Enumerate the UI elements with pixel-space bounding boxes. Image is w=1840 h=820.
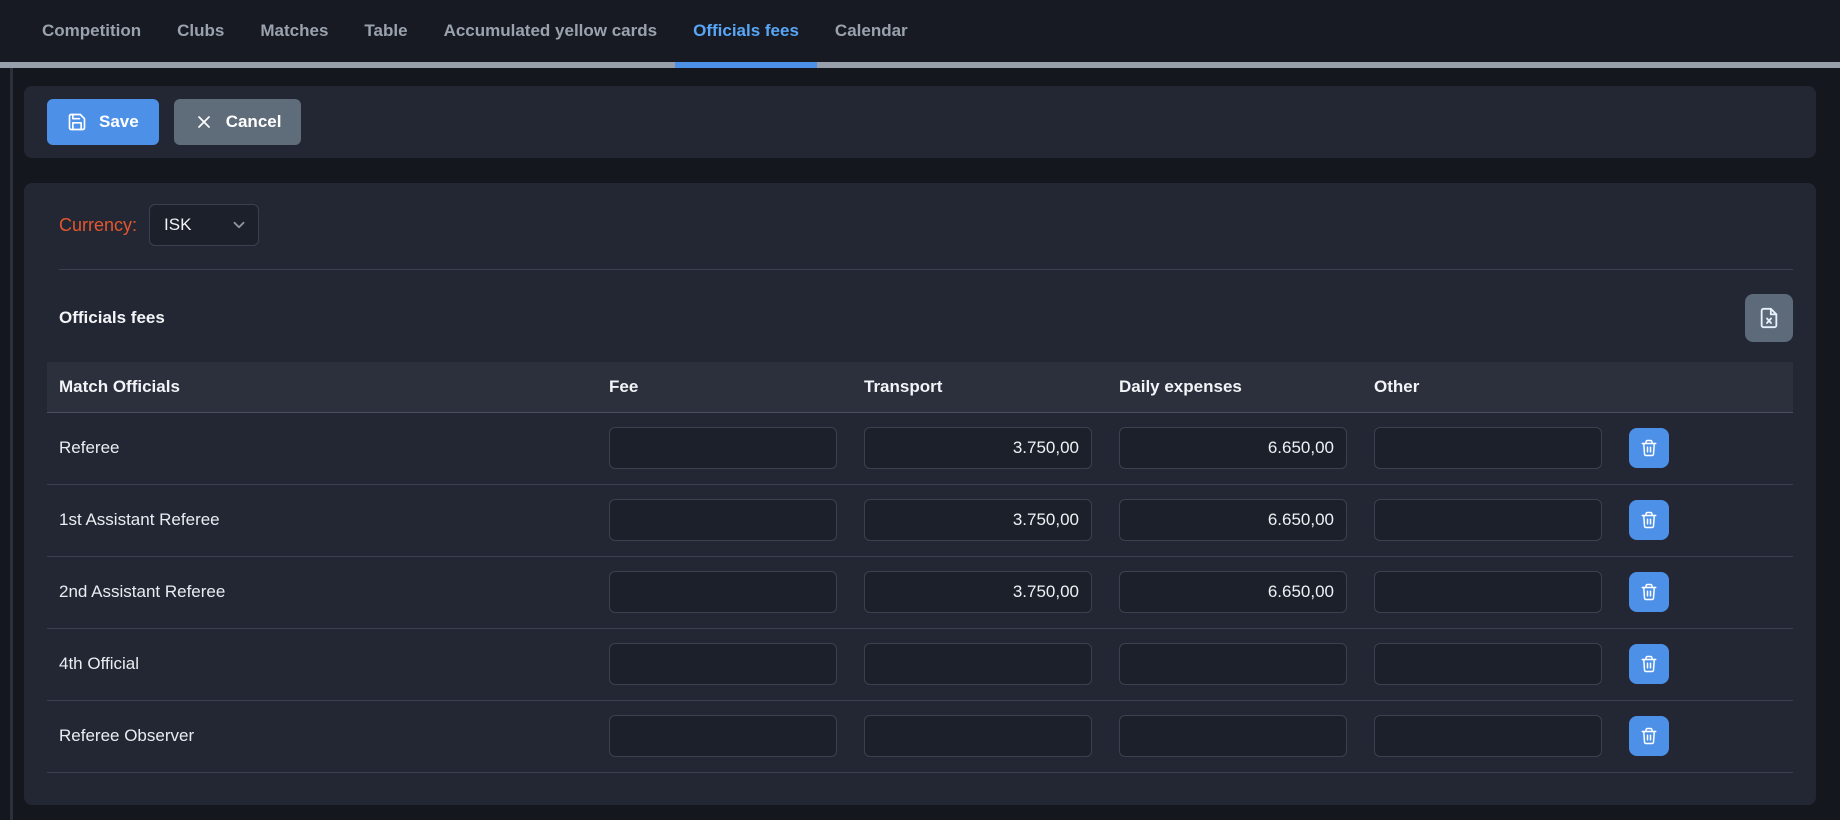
officials-fees-table: Match Officials Fee Transport Daily expe… xyxy=(47,362,1793,773)
trash-icon xyxy=(1640,439,1658,457)
delete-row-button[interactable] xyxy=(1629,428,1669,468)
tab-accumulated-yellow-cards[interactable]: Accumulated yellow cards xyxy=(426,0,676,62)
save-button[interactable]: Save xyxy=(47,99,159,145)
other-input[interactable] xyxy=(1374,715,1602,757)
currency-select[interactable]: ISK xyxy=(149,204,259,246)
delete-row-button[interactable] xyxy=(1629,572,1669,612)
table-row: Referee xyxy=(47,412,1793,484)
tab-competition[interactable]: Competition xyxy=(24,0,159,62)
trash-icon xyxy=(1640,511,1658,529)
table-row: 4th Official xyxy=(47,628,1793,700)
file-excel-icon xyxy=(1758,307,1780,329)
col-header-transport: Transport xyxy=(852,362,1107,412)
tab-bar: Competition Clubs Matches Table Accumula… xyxy=(0,0,1840,62)
official-name: Referee Observer xyxy=(47,700,597,772)
tab-officials-fees[interactable]: Officials fees xyxy=(675,0,817,62)
daily-expenses-input[interactable] xyxy=(1119,499,1347,541)
trash-icon xyxy=(1640,583,1658,601)
delete-row-button[interactable] xyxy=(1629,500,1669,540)
toolbar: Save Cancel xyxy=(24,86,1816,158)
transport-input[interactable] xyxy=(864,643,1092,685)
transport-input[interactable] xyxy=(864,499,1092,541)
window-left-edge xyxy=(10,0,13,820)
officials-fees-panel: Currency: ISK Officials fees xyxy=(24,183,1816,805)
table-row: Referee Observer xyxy=(47,700,1793,772)
delete-row-button[interactable] xyxy=(1629,716,1669,756)
daily-expenses-input[interactable] xyxy=(1119,427,1347,469)
tab-bar-underline xyxy=(0,62,1840,68)
official-name: Referee xyxy=(47,412,597,484)
currency-select-value: ISK xyxy=(164,215,191,235)
fee-input[interactable] xyxy=(609,427,837,469)
delete-row-button[interactable] xyxy=(1629,644,1669,684)
other-input[interactable] xyxy=(1374,427,1602,469)
chevron-down-icon xyxy=(230,216,248,234)
fee-input[interactable] xyxy=(609,571,837,613)
tab-table[interactable]: Table xyxy=(346,0,425,62)
currency-row: Currency: ISK xyxy=(47,204,1793,246)
other-input[interactable] xyxy=(1374,571,1602,613)
section-title: Officials fees xyxy=(59,308,165,328)
currency-label: Currency: xyxy=(59,215,137,236)
cancel-button[interactable]: Cancel xyxy=(174,99,302,145)
tab-clubs[interactable]: Clubs xyxy=(159,0,242,62)
col-header-match-officials: Match Officials xyxy=(47,362,597,412)
top-navigation: Competition Clubs Matches Table Accumula… xyxy=(0,0,1840,68)
save-button-label: Save xyxy=(99,112,139,132)
trash-icon xyxy=(1640,655,1658,673)
official-name: 2nd Assistant Referee xyxy=(47,556,597,628)
fee-input[interactable] xyxy=(609,499,837,541)
section-divider xyxy=(59,269,1793,270)
table-header-row: Match Officials Fee Transport Daily expe… xyxy=(47,362,1793,412)
col-header-fee: Fee xyxy=(597,362,852,412)
col-header-actions xyxy=(1617,362,1793,412)
transport-input[interactable] xyxy=(864,427,1092,469)
col-header-other: Other xyxy=(1362,362,1617,412)
fee-input[interactable] xyxy=(609,643,837,685)
transport-input[interactable] xyxy=(864,571,1092,613)
daily-expenses-input[interactable] xyxy=(1119,715,1347,757)
cancel-button-label: Cancel xyxy=(226,112,282,132)
tab-calendar[interactable]: Calendar xyxy=(817,0,926,62)
official-name: 1st Assistant Referee xyxy=(47,484,597,556)
table-row: 2nd Assistant Referee xyxy=(47,556,1793,628)
table-row: 1st Assistant Referee xyxy=(47,484,1793,556)
close-icon xyxy=(194,112,214,132)
daily-expenses-input[interactable] xyxy=(1119,643,1347,685)
official-name: 4th Official xyxy=(47,628,597,700)
section-header: Officials fees xyxy=(47,294,1793,342)
save-icon xyxy=(67,112,87,132)
trash-icon xyxy=(1640,727,1658,745)
export-excel-button[interactable] xyxy=(1745,294,1793,342)
col-header-daily-expenses: Daily expenses xyxy=(1107,362,1362,412)
transport-input[interactable] xyxy=(864,715,1092,757)
tab-matches[interactable]: Matches xyxy=(242,0,346,62)
other-input[interactable] xyxy=(1374,643,1602,685)
fee-input[interactable] xyxy=(609,715,837,757)
other-input[interactable] xyxy=(1374,499,1602,541)
daily-expenses-input[interactable] xyxy=(1119,571,1347,613)
